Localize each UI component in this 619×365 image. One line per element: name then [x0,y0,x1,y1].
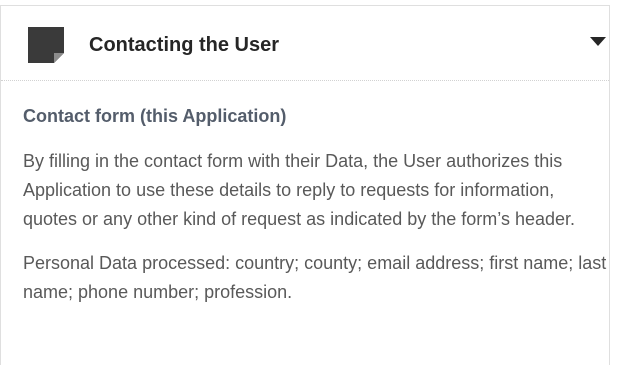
section-content: Contact form (this Application) By filli… [23,96,608,307]
personal-data-text: Personal Data processed: country; county… [23,253,607,302]
document-icon [26,25,66,65]
section-title: Contacting the User [89,34,280,56]
content-subtitle: Contact form (this Application) [23,106,287,126]
accordion-header[interactable]: Contacting the User [1,6,609,81]
triangle-down-icon[interactable] [589,35,607,47]
description-text: By filling in the contact form with thei… [23,151,576,229]
accordion-section: Contacting the User Contact form (this A… [0,5,610,365]
